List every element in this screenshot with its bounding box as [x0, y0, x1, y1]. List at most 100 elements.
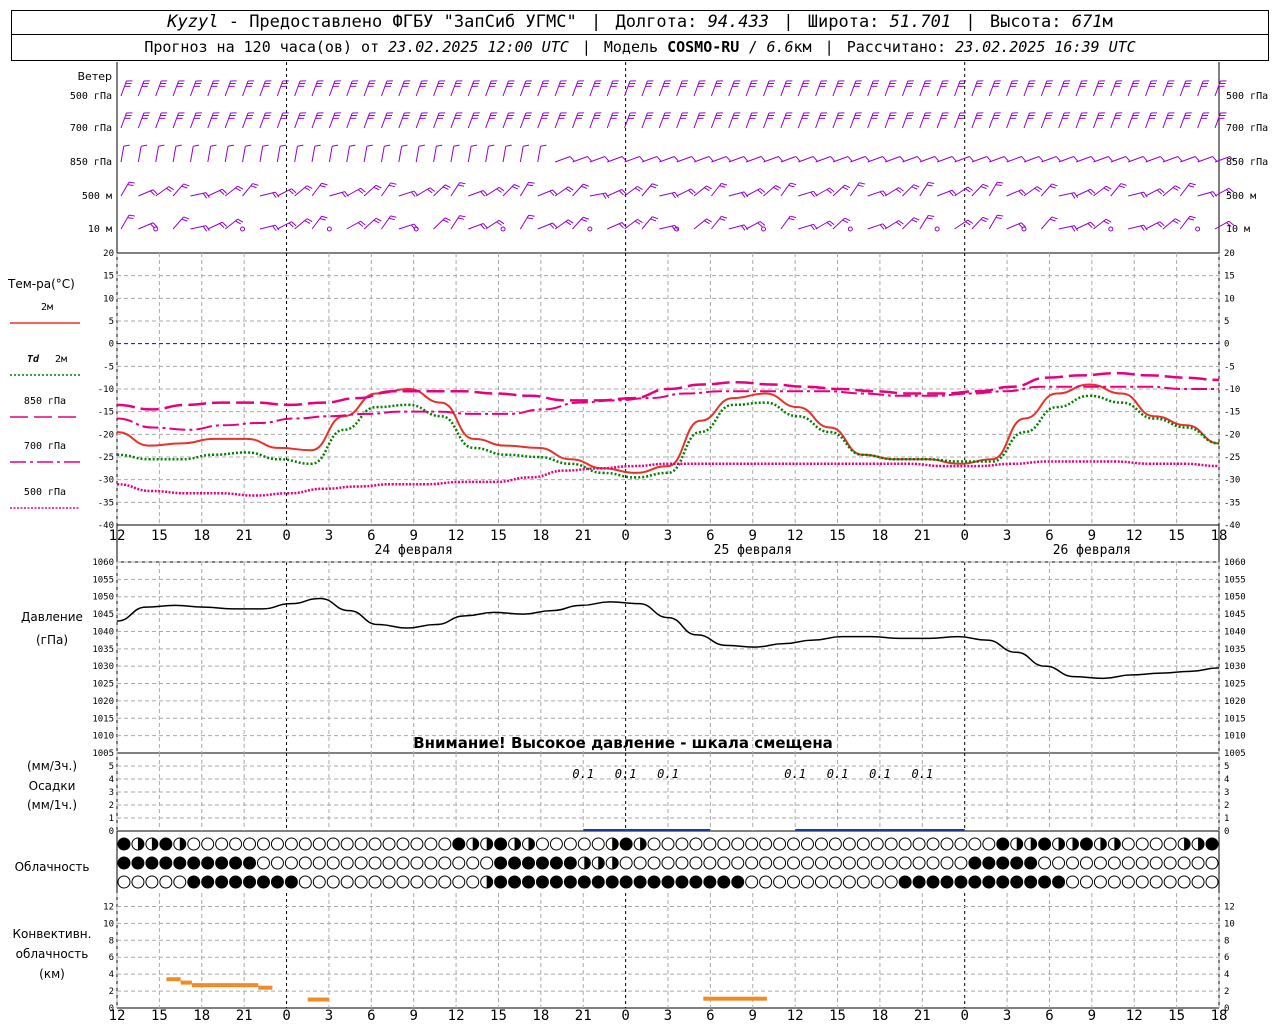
wind-barb [120, 181, 136, 197]
cloud-cell [661, 856, 675, 870]
cloud-cell-fill [137, 838, 144, 850]
wind-barb [867, 80, 880, 97]
convective-bar [180, 980, 192, 985]
temp-tick-label: -10 [1224, 385, 1240, 395]
convective-bar [191, 983, 259, 988]
cloud-cell [1024, 856, 1038, 870]
cloud-cell [1177, 856, 1191, 870]
wind-barb [658, 80, 671, 97]
cloud-cell [717, 856, 731, 870]
cloud-cell [703, 837, 717, 851]
wind-barb [328, 112, 341, 129]
wind-barb [1127, 156, 1148, 163]
wind-barb [1006, 156, 1026, 163]
cloud-cell [940, 837, 954, 851]
level-label: 500 гПа [70, 91, 112, 102]
level-label: 500 м [82, 191, 112, 202]
wind-barb [415, 187, 435, 197]
wind-barb [1197, 112, 1210, 129]
cloud-cell-fill [1198, 838, 1205, 850]
wind-barb [554, 80, 567, 97]
level-label: 850 гПа [70, 157, 112, 168]
cloud-cell [745, 856, 759, 870]
cloud-cell [1093, 856, 1107, 870]
cloud-cell [1024, 875, 1038, 889]
cloud-cell [368, 837, 382, 851]
cloud-cell [368, 875, 382, 889]
temp-tick-label: -25 [98, 453, 114, 463]
wind-calm-mark [761, 226, 767, 232]
cloud-cell [298, 856, 312, 870]
wind-barb [346, 220, 366, 230]
wind-barb [971, 183, 989, 197]
cloud-cell [1205, 875, 1219, 889]
wind-barb [884, 187, 904, 197]
pres-tick-label: 1055 [92, 575, 114, 585]
wind-barb [485, 112, 498, 129]
wind-barb [502, 144, 512, 163]
cloud-cell [842, 837, 856, 851]
wind-barb [815, 156, 835, 163]
temp-tick-label: 5 [109, 317, 114, 327]
cloud-cell [647, 875, 661, 889]
temp-tick-label: -20 [1224, 430, 1240, 440]
cloud-cell [452, 856, 466, 870]
wind-barb [1127, 80, 1140, 97]
wind-barb [259, 144, 269, 163]
cloud-cell [494, 856, 508, 870]
cloud-cell [535, 875, 549, 889]
wind-barb [1214, 112, 1227, 129]
wind-barb [138, 189, 158, 197]
cloud-cell [898, 837, 912, 851]
conv-tick-label: 4 [1224, 970, 1229, 980]
hour-tick-label: 15 [829, 1008, 846, 1024]
cloud-cell [284, 837, 298, 851]
level-label: 850 гПа [1226, 157, 1268, 168]
day-label: 25 февраля [714, 543, 792, 558]
wind-barb [1006, 189, 1026, 197]
conv-tick-label: 4 [109, 970, 114, 980]
day-label: 24 февраля [375, 543, 453, 558]
hour-tick-label: 3 [1003, 1008, 1011, 1024]
temp-tick-label: -15 [1224, 408, 1240, 418]
pres-tick-label: 1005 [92, 749, 114, 759]
wind-barb [728, 80, 741, 97]
wind-barb [1179, 112, 1192, 129]
wind-barb [1075, 80, 1088, 97]
wind-calm-mark [326, 226, 332, 232]
wind-barb [207, 80, 220, 97]
level-label: 10 м [1226, 224, 1250, 235]
cloud-cell [954, 856, 968, 870]
cloud-cell [703, 856, 717, 870]
wind-barb [311, 144, 321, 163]
cloud-cell [1010, 856, 1024, 870]
wind-barb [659, 156, 679, 163]
wind-barb [1058, 156, 1079, 163]
temp-tick-label: 15 [1224, 272, 1235, 282]
wind-barb [607, 189, 627, 197]
cloud-cell [1093, 875, 1107, 889]
cloud-cell [298, 875, 312, 889]
cloud-cell [1135, 837, 1149, 851]
wind-barb [936, 156, 957, 163]
cloud-cell [145, 875, 159, 889]
cloud-cell [731, 837, 745, 851]
cloud-cell [522, 875, 536, 889]
cloud-cell [508, 875, 522, 889]
hour-tick-label: 6 [1045, 1008, 1053, 1024]
cloud-cell [215, 837, 229, 851]
wind-barb [954, 112, 967, 129]
wind-barb [381, 215, 397, 230]
pres-tick-label: 1020 [92, 697, 114, 707]
cloud-cell [229, 856, 243, 870]
wind-barb [242, 144, 252, 163]
legend-label: 500 гПа [24, 487, 66, 498]
wind-barb [398, 80, 411, 97]
wind-barb [901, 112, 914, 129]
cloud-cell [954, 837, 968, 851]
cloud-cell [201, 856, 215, 870]
temp-tick-label: 10 [1224, 294, 1235, 304]
wind-barb [519, 80, 532, 97]
wind-barb [137, 112, 150, 129]
wind-barb [433, 184, 451, 197]
